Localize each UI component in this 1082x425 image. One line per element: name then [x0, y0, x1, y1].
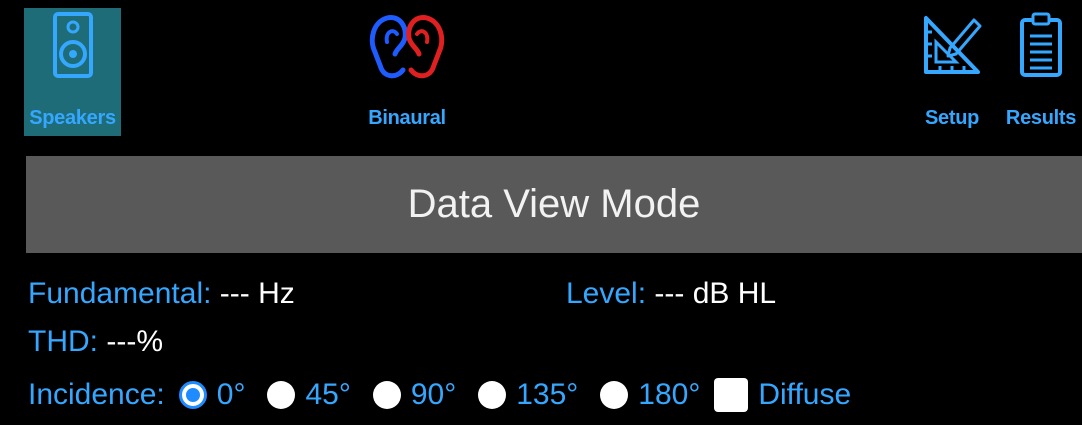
fundamental-value: --- Hz [219, 277, 295, 310]
clipboard-icon [1020, 12, 1062, 77]
incidence-option-label: 180° [638, 378, 701, 411]
incidence-option-label: 45° [305, 378, 351, 411]
incidence-option-label: 0° [216, 378, 246, 411]
incidence-option-label: 135° [516, 378, 579, 411]
speakers-label: Speakers [29, 107, 116, 129]
incidence-option-45[interactable]: 45° [267, 378, 351, 412]
radio-button[interactable] [478, 381, 507, 409]
binaural-tab[interactable]: Binaural [352, 8, 462, 136]
setup-label: Setup [924, 107, 980, 129]
results-tab[interactable]: Results [1000, 8, 1082, 136]
incidence-selector: Incidence: 0° 45° 90° 135° 180° Diffuse [28, 378, 851, 412]
radio-button-selected[interactable] [178, 381, 207, 409]
incidence-option-0[interactable]: 0° [178, 378, 246, 412]
triangle-ruler-pencil-icon [924, 16, 982, 74]
thd-value: ---% [106, 325, 163, 358]
data-view-panel: Data View Mode Fundamental: --- Hz Level… [26, 154, 1082, 425]
setup-tab[interactable]: Setup [912, 8, 992, 136]
results-label: Results [1005, 107, 1077, 129]
top-nav-bar: Speakers Binaural Setup Results [0, 0, 1082, 141]
incidence-option-180[interactable]: 180° [600, 378, 700, 412]
thd-readout: THD: ---% [28, 325, 163, 359]
binaural-label: Binaural [368, 107, 446, 129]
fundamental-readout: Fundamental: --- Hz [28, 277, 295, 311]
incidence-option-label: 90° [410, 378, 457, 411]
radio-button[interactable] [600, 381, 629, 409]
speaker-icon [52, 12, 93, 78]
radio-button[interactable] [267, 381, 296, 409]
incidence-label: Incidence: [28, 378, 165, 411]
speakers-tab[interactable]: Speakers [24, 8, 121, 136]
incidence-option-90[interactable]: 90° [372, 378, 457, 412]
incidence-option-135[interactable]: 135° [478, 378, 578, 412]
diffuse-toggle[interactable]: Diffuse [714, 378, 851, 412]
level-value: --- dB HL [654, 277, 777, 310]
ears-icon [369, 15, 445, 79]
diffuse-label: Diffuse [758, 378, 852, 411]
fundamental-label: Fundamental: [28, 277, 212, 310]
panel-title: Data View Mode [26, 156, 1082, 253]
thd-label: THD: [28, 325, 98, 358]
level-readout: Level: --- dB HL [566, 277, 776, 311]
diffuse-checkbox[interactable] [714, 378, 749, 412]
radio-button[interactable] [372, 381, 401, 409]
level-label: Level: [566, 277, 647, 310]
